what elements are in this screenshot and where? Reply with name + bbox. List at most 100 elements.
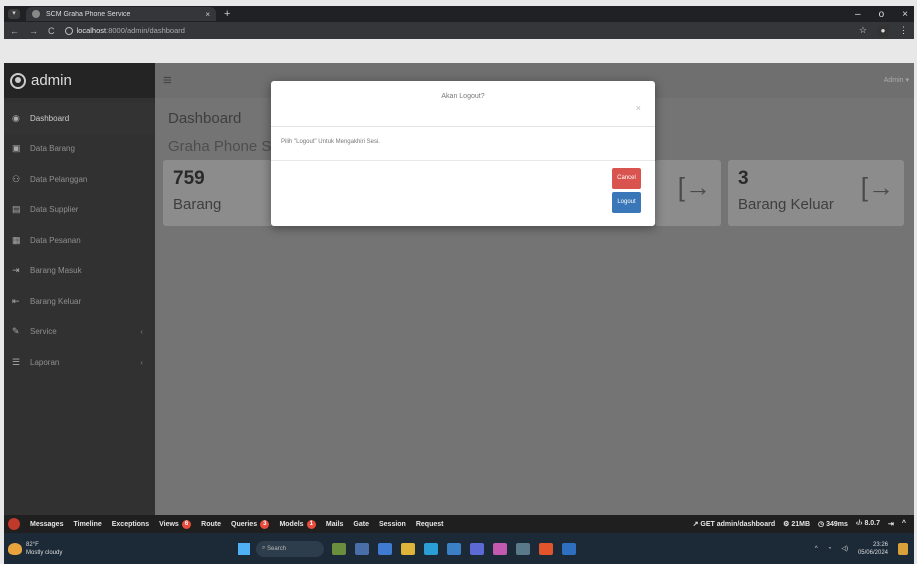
- sidebar-item-label: Barang Masuk: [30, 266, 82, 276]
- cancel-button[interactable]: Cancel: [612, 168, 641, 189]
- browser-menu-icon[interactable]: ⋮: [899, 25, 908, 37]
- modal-title: Akan Logout?: [441, 93, 485, 100]
- page-title: Dashboard: [168, 110, 242, 127]
- chrome-icon[interactable]: [539, 542, 553, 555]
- forward-icon[interactable]: →: [29, 26, 38, 36]
- debugbar-tab-gate[interactable]: Gate: [353, 520, 369, 529]
- count-badge: 1: [306, 519, 316, 529]
- debugbar-tab-label: Mails: [325, 520, 344, 528]
- weather-icon: [8, 542, 22, 555]
- sidebar-item-label: Data Pelanggan: [30, 174, 88, 184]
- time-label: 349ms: [826, 521, 848, 528]
- debugbar-logo-icon[interactable]: [8, 518, 20, 530]
- request-info[interactable]: ↗ GET admin/dashboard: [693, 520, 776, 528]
- users-icon: ⚇: [12, 173, 21, 184]
- card-value: 3: [738, 168, 749, 189]
- url-host: localhost: [76, 26, 107, 35]
- profile-icon[interactable]: ●: [877, 24, 889, 37]
- new-tab-button[interactable]: +: [224, 8, 230, 20]
- sidebar-item-data-barang[interactable]: ▣ Data Barang: [4, 134, 155, 165]
- card-barang: 759 Barang: [163, 160, 273, 226]
- user-dropdown[interactable]: Admin ▾: [884, 76, 909, 84]
- tray-chevron-icon[interactable]: ^: [815, 546, 818, 552]
- user-avatar-icon: [10, 72, 26, 89]
- taskbar-search[interactable]: ⌕ Search: [256, 540, 324, 557]
- app-icon[interactable]: [493, 542, 507, 555]
- debugbar-tab-label: Exceptions: [111, 520, 150, 528]
- reload-icon[interactable]: C: [48, 26, 55, 36]
- wifi-icon[interactable]: ◔: [828, 546, 832, 552]
- app-icon[interactable]: [355, 542, 369, 555]
- debugbar-tab-timeline[interactable]: Timeline: [73, 520, 101, 529]
- tab-close-icon[interactable]: ×: [205, 10, 210, 19]
- debugbar-tabs: Messages Timeline Exceptions Views 6 Route Que…: [30, 519, 453, 529]
- browser-tab[interactable]: SCM Graha Phone Service ×: [26, 7, 216, 21]
- count-badge: 6: [181, 519, 192, 529]
- store-icon[interactable]: [447, 542, 461, 555]
- start-icon[interactable]: [238, 542, 250, 555]
- debugbar-tab-views[interactable]: Views 6: [159, 519, 192, 529]
- volume-icon[interactable]: ◁): [841, 545, 848, 552]
- sidebar-item-barang-masuk[interactable]: ⇥ Barang Masuk: [4, 256, 155, 287]
- site-info-icon[interactable]: [64, 26, 73, 35]
- count-badge: 3: [260, 519, 270, 529]
- notification-icon[interactable]: [898, 542, 908, 555]
- search-label: Search: [267, 545, 287, 552]
- memory-label: 21MB: [791, 521, 811, 528]
- sidebar-item-label: Barang Keluar: [30, 296, 82, 306]
- clock[interactable]: 23:26 05/06/2024: [858, 541, 888, 557]
- debugbar-stats: ↗ GET admin/dashboard ⚙ 21MB ◷ 349ms ‹/›…: [693, 520, 914, 528]
- debugbar-tab-mails[interactable]: Mails: [326, 520, 344, 529]
- debugbar-tab-route[interactable]: Route: [201, 520, 221, 529]
- maximize-button[interactable]: o: [879, 9, 885, 20]
- debugbar-tab-messages[interactable]: Messages: [30, 520, 63, 529]
- widget-app-icon[interactable]: [332, 542, 346, 555]
- debugbar-tab-queries[interactable]: Queries 3: [231, 519, 270, 529]
- tab-title: SCM Graha Phone Service: [46, 10, 131, 18]
- weather-widget[interactable]: 82°F Mostly cloudy: [8, 541, 238, 557]
- sidebar-item-barang-keluar[interactable]: ⇤ Barang Keluar: [4, 286, 155, 317]
- sidebar-item-data-supplier[interactable]: ▤ Data Supplier: [4, 195, 155, 226]
- close-window-button[interactable]: ×: [902, 9, 908, 20]
- debugbar-maximize-icon[interactable]: ⇥: [888, 520, 894, 528]
- sidebar-item-data-pelanggan[interactable]: ⚇ Data Pelanggan: [4, 164, 155, 195]
- logout-button[interactable]: Logout: [612, 192, 641, 213]
- toolbar-right: ☆ ● ⋮: [859, 24, 914, 37]
- debugbar-tab-label: Queries: [231, 520, 258, 528]
- debugbar-tab-label: Route: [201, 520, 222, 528]
- sidebar-item-label: Service: [30, 327, 57, 337]
- sidebar-item-label: Data Pesanan: [30, 235, 81, 245]
- card-value: 759: [173, 168, 205, 189]
- card-label: Barang Keluar: [738, 196, 834, 213]
- debugbar-tab-exceptions[interactable]: Exceptions: [112, 520, 149, 529]
- tab-search-button[interactable]: ▾: [8, 9, 20, 19]
- sidebar-item-service[interactable]: ✎ Service ‹: [4, 317, 155, 348]
- system-tray: ^ ◔ ◁) 23:26 05/06/2024: [815, 541, 914, 557]
- debugbar-tab-session[interactable]: Session: [379, 520, 406, 529]
- back-icon[interactable]: ←: [10, 26, 19, 36]
- sidebar-item-data-pesanan[interactable]: ▦ Data Pesanan: [4, 225, 155, 256]
- app-icon[interactable]: [562, 542, 576, 555]
- minimize-button[interactable]: –: [855, 9, 861, 20]
- php-info: ‹/› 8.0.7: [855, 520, 881, 527]
- debugbar-tab-models[interactable]: Models 1: [279, 519, 316, 529]
- debugbar-tab-label: Models: [279, 520, 304, 528]
- sidebar-brand[interactable]: admin: [4, 63, 155, 98]
- debugbar-tab-request[interactable]: Request: [416, 520, 444, 529]
- app-icon[interactable]: [470, 542, 484, 555]
- debugbar-collapse-icon[interactable]: ^: [902, 520, 906, 528]
- address-bar[interactable]: localhost:8000/admin/dashboard: [64, 26, 185, 35]
- sign-in-icon: ⇥: [12, 265, 20, 276]
- app-icon[interactable]: [378, 542, 392, 555]
- file-explorer-icon[interactable]: [401, 542, 415, 555]
- menu-toggle-icon[interactable]: ≡: [163, 72, 172, 89]
- app-icon[interactable]: [516, 542, 530, 555]
- bookmark-star-icon[interactable]: ☆: [859, 25, 867, 37]
- logout-modal: Akan Logout? × Pilih "Logout" Untuk Meng…: [271, 81, 655, 226]
- sidebar-item-dashboard[interactable]: ◉ Dashboard: [4, 103, 155, 134]
- edge-icon[interactable]: [424, 542, 438, 555]
- window-controls: – o ×: [855, 9, 914, 20]
- sidebar-item-label: Data Supplier: [30, 205, 79, 215]
- modal-close-icon[interactable]: ×: [636, 103, 641, 113]
- sidebar-item-laporan[interactable]: ☰ Laporan ‹: [4, 347, 155, 378]
